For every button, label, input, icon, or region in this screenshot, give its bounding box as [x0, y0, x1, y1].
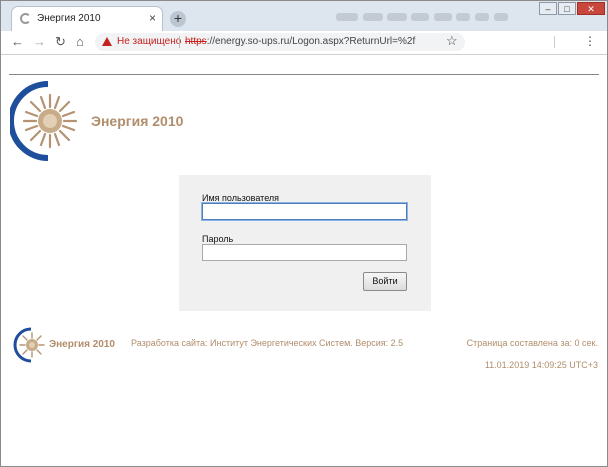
maximize-button[interactable]: □ [558, 2, 576, 15]
login-form: Имя пользователя Пароль Войти [179, 175, 431, 311]
new-tab-button[interactable]: + [170, 11, 186, 27]
brand-title: Энергия 2010 [91, 113, 184, 129]
menu-icon[interactable]: ⋮ [584, 34, 596, 48]
tray-item [456, 13, 470, 21]
browser-tab[interactable]: Энергия 2010 × [12, 7, 162, 31]
reload-icon[interactable]: ↻ [55, 34, 66, 50]
username-label: Имя пользователя [202, 193, 280, 203]
tray-item [336, 13, 358, 21]
forward-icon[interactable]: → [33, 34, 46, 50]
url-text[interactable]: https://energy.so-ups.ru/Logon.aspx?Retu… [185, 36, 415, 47]
tray-item [475, 13, 489, 21]
favicon-icon [20, 13, 31, 24]
tray-item [494, 13, 508, 21]
close-button[interactable]: ✕ [577, 2, 605, 15]
url-rest: ://energy.so-ups.ru/Logon.aspx?ReturnUrl… [206, 36, 416, 47]
address-bar[interactable]: Не защищено https://energy.so-ups.ru/Log… [95, 33, 465, 51]
login-button[interactable]: Войти [363, 272, 407, 291]
header-divider [9, 74, 599, 75]
star-icon[interactable]: ☆ [446, 33, 458, 49]
username-field[interactable] [202, 203, 407, 220]
divider [554, 36, 555, 48]
password-field[interactable] [202, 244, 407, 261]
title-bar: Энергия 2010 × + – □ ✕ [1, 1, 607, 31]
url-scheme: https [185, 36, 207, 47]
back-icon[interactable]: ← [11, 34, 24, 50]
tray-item [387, 13, 407, 21]
home-icon[interactable]: ⌂ [76, 34, 84, 50]
warning-icon [102, 37, 112, 46]
browser-window: Энергия 2010 × + – □ ✕ ← → ↻ ⌂ Не защище… [0, 0, 608, 467]
tray-item [411, 13, 429, 21]
divider [179, 36, 180, 48]
footer-logo-icon [13, 327, 45, 363]
tray-item [363, 13, 383, 21]
password-label: Пароль [202, 234, 234, 244]
tab-close-icon[interactable]: × [149, 11, 156, 25]
page-content: Энергия 2010 Имя пользователя Пароль Вой… [1, 55, 607, 466]
security-warning[interactable]: Не защищено [117, 36, 181, 47]
tab-title: Энергия 2010 [37, 13, 101, 24]
logo-sun-icon[interactable] [10, 80, 80, 162]
footer-brand: Энергия 2010 [49, 339, 115, 350]
minimize-button[interactable]: – [539, 2, 557, 15]
footer-datetime: 11.01.2019 14:09:25 UTC+3 [484, 360, 598, 370]
footer-developer: Разработка сайта: Институт Энергетически… [131, 338, 404, 348]
footer-render-time: Страница составлена за: 0 сек. [466, 338, 598, 348]
tray-item [434, 13, 452, 21]
browser-toolbar: ← → ↻ ⌂ Не защищено https://energy.so-up… [1, 31, 607, 55]
